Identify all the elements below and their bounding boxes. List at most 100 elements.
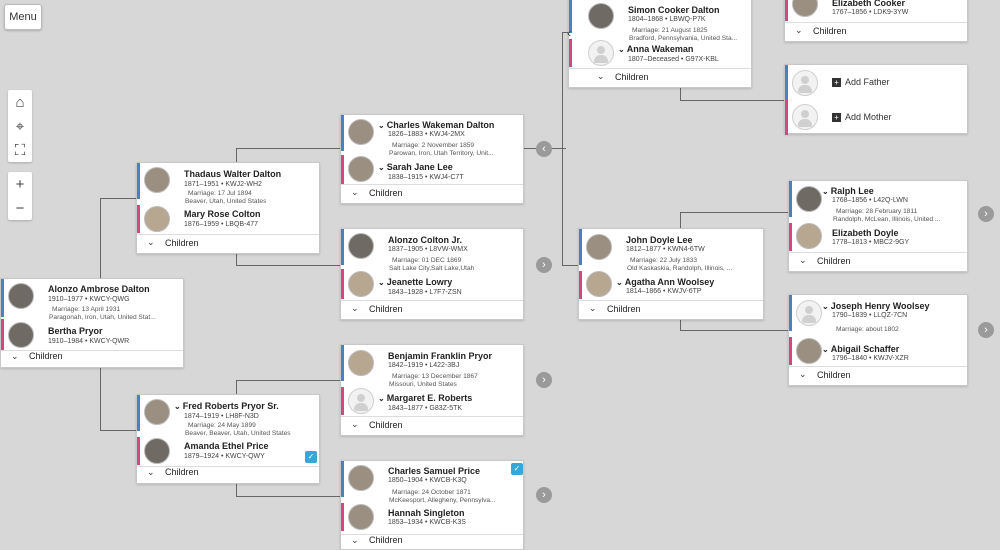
avatar xyxy=(796,338,822,364)
person-bertha-pryor[interactable]: Bertha Pryor 1910–1984 • KWCY-QWR xyxy=(1,319,183,351)
person-fred-roberts-pryor[interactable]: ⌄ Fred Roberts Pryor Sr. 1874–1919 • LH8F… xyxy=(137,395,319,431)
collapse-arrow-icon[interactable]: ‹ xyxy=(567,26,571,40)
children-toggle[interactable]: ⌄ Children xyxy=(137,466,319,483)
person-name: Hannah Singleton xyxy=(388,508,465,518)
person-simon-cooker-dalton[interactable]: Simon Cooker Dalton 1804–1868 • LBWQ-P7K… xyxy=(569,0,751,34)
children-toggle[interactable]: ⌄ Children xyxy=(785,22,967,41)
person-agatha-ann-woolsey[interactable]: ⌄ Agatha Ann Woolsey 1814–1866 • KWJV-6TP xyxy=(579,271,763,299)
children-toggle[interactable]: ⌄ Children xyxy=(137,234,319,253)
children-toggle[interactable]: ⌄ Children xyxy=(579,300,763,319)
chevron-down-icon: ⌄ xyxy=(351,535,359,545)
marriage-date: Marriage: 01 DEC 1869 xyxy=(392,257,462,264)
person-elizabeth-cooker[interactable]: Elizabeth Cooker 1767–1856 • LDK9-3YW xyxy=(785,0,967,21)
person-lifespan: 1814–1866 • KWJV-6TP xyxy=(626,288,702,295)
chevron-down-icon: ⌄ xyxy=(795,25,803,35)
person-name: Thadaus Walter Dalton xyxy=(184,169,282,179)
person-lifespan: 1853–1934 • KWCB-K3S xyxy=(388,519,466,526)
expand-ancestors-icon[interactable]: › xyxy=(536,372,552,388)
children-toggle[interactable]: ⌄ Children xyxy=(341,300,523,319)
person-charles-samuel-price[interactable]: Charles Samuel Price 1850–1904 • KWCB-K3… xyxy=(341,461,523,497)
children-label: Children xyxy=(165,467,199,477)
person-benjamin-franklin-pryor[interactable]: Benjamin Franklin Pryor 1842–1919 • L422… xyxy=(341,345,523,381)
expand-ancestors-icon[interactable]: › xyxy=(978,206,994,222)
avatar-placeholder-icon xyxy=(792,70,818,96)
avatar xyxy=(348,271,374,297)
person-margaret-e-roberts[interactable]: ⌄ Margaret E. Roberts 1843–1877 • G83Z-5T… xyxy=(341,387,523,415)
person-hannah-singleton[interactable]: Hannah Singleton 1853–1934 • KWCB-K3S xyxy=(341,503,523,531)
avatar xyxy=(588,3,614,29)
person-anna-wakeman[interactable]: ⌄ Anna Wakeman 1807–Deceased • G97X-KBL xyxy=(569,39,751,67)
marriage-date: Marriage: 22 July 1833 xyxy=(630,257,698,264)
person-joseph-henry-woolsey[interactable]: ⌄ Joseph Henry Woolsey 1790–1839 • LLQZ-7… xyxy=(789,295,967,333)
person-elizabeth-doyle[interactable]: Elizabeth Doyle 1778–1813 • MBC2-9GY xyxy=(789,223,967,251)
person-charles-wakeman-dalton[interactable]: ⌄ Charles Wakeman Dalton 1826–1883 • KWJ4… xyxy=(341,115,523,151)
children-toggle[interactable]: ⌄ Children xyxy=(569,68,751,87)
add-mother-row[interactable]: + Add Mother xyxy=(785,100,967,135)
avatar xyxy=(348,233,374,259)
marriage-date: Marriage: about 1802 xyxy=(836,326,899,333)
add-mother-button[interactable]: + Add Mother xyxy=(832,112,892,123)
children-toggle[interactable]: ⌄ Children xyxy=(341,416,523,435)
children-toggle[interactable]: ⌄ Children xyxy=(1,350,183,367)
children-label: Children xyxy=(29,351,63,361)
person-name: Simon Cooker Dalton xyxy=(628,5,720,15)
children-toggle[interactable]: ⌄ Children xyxy=(789,252,967,271)
person-name: Elizabeth Cooker xyxy=(832,0,906,8)
person-name: ⌄ Ralph Lee xyxy=(822,186,874,196)
avatar xyxy=(348,504,374,530)
chevron-down-icon: ⌄ xyxy=(799,255,807,265)
chevron-down-icon: ⌄ xyxy=(618,45,625,54)
expand-ancestors-icon[interactable]: › xyxy=(978,322,994,338)
collapse-ancestors-icon[interactable]: ‹ xyxy=(536,141,552,157)
chevron-down-icon: ⌄ xyxy=(822,187,829,196)
children-label: Children xyxy=(369,420,403,430)
chevron-down-icon: ⌄ xyxy=(351,303,359,313)
chevron-down-icon: ⌄ xyxy=(351,187,359,197)
chevron-down-icon: ⌄ xyxy=(147,467,155,477)
person-lifespan: 1767–1856 • LDK9-3YW xyxy=(832,9,909,16)
fullscreen-icon[interactable]: ⛶ xyxy=(8,138,32,162)
person-alonzo-colton-jr[interactable]: Alonzo Colton Jr. 1837–1905 • L8VW-WMX M… xyxy=(341,229,523,265)
person-thadaus-walter-dalton[interactable]: Thadaus Walter Dalton 1871–1951 • KWJ2-W… xyxy=(137,163,319,199)
couple-card-thadaus-walter-dalton: Thadaus Walter Dalton 1871–1951 • KWJ2-W… xyxy=(136,162,320,254)
plus-icon: + xyxy=(832,113,841,123)
person-ralph-lee[interactable]: ⌄ Ralph Lee 1768–1856 • L42Q-LWN Marriage… xyxy=(789,181,967,217)
recenter-icon[interactable]: ⌖ xyxy=(8,114,32,138)
chevron-down-icon: ⌄ xyxy=(11,351,19,361)
couple-card-alonzo-ambrose-dalton: Alonzo Ambrose Dalton 1910–1977 • KWCY-Q… xyxy=(0,278,184,368)
couple-card-elizabeth-cooker: Elizabeth Cooker 1767–1856 • LDK9-3YW ⌄ … xyxy=(784,0,968,42)
chevron-down-icon: ⌄ xyxy=(174,402,181,411)
zoom-in-button[interactable]: + xyxy=(8,172,32,196)
chevron-down-icon: ⌄ xyxy=(378,121,385,130)
home-icon[interactable]: ⌂ xyxy=(8,90,32,114)
person-name: ⌄ Agatha Ann Woolsey xyxy=(616,277,715,287)
zoom-out-button[interactable]: − xyxy=(8,196,32,220)
person-name: ⌄ Margaret E. Roberts xyxy=(378,393,473,403)
record-hint-icon[interactable]: ✓ xyxy=(305,451,317,463)
chevron-down-icon: ⌄ xyxy=(822,345,829,354)
children-toggle[interactable]: ⌄ Children xyxy=(789,366,967,385)
expand-ancestors-icon[interactable]: › xyxy=(536,257,552,273)
person-mary-rose-colton[interactable]: Mary Rose Colton 1876–1959 • LBQB-477 xyxy=(137,205,319,233)
navigation-controls: ⌂ ⌖ ⛶ xyxy=(8,90,32,162)
person-name: Amanda Ethel Price xyxy=(184,441,269,451)
person-abigail-schaffer[interactable]: ⌄ Abigail Schaffer 1796–1840 • KWJV-XZR xyxy=(789,337,967,365)
person-lifespan: 1850–1904 • KWCB-K3Q xyxy=(388,477,467,484)
person-jeanette-lowry[interactable]: ⌄ Jeanette Lowry 1843–1928 • L7F7-ZSN xyxy=(341,269,523,299)
person-lifespan: 1790–1839 • LLQZ-7CN xyxy=(832,312,908,319)
person-sarah-jane-lee[interactable]: ⌄ Sarah Jane Lee 1838–1915 • KWJ4-C7T xyxy=(341,155,523,185)
add-father-row[interactable]: + Add Father xyxy=(785,65,967,100)
person-name: ⌄ Joseph Henry Woolsey xyxy=(822,301,930,311)
person-amanda-ethel-price[interactable]: Amanda Ethel Price 1879–1924 • KWCY-QWY xyxy=(137,437,319,465)
children-toggle[interactable]: ⌄ Children xyxy=(341,184,523,203)
person-name: Alonzo Ambrose Dalton xyxy=(48,284,150,294)
person-john-doyle-lee[interactable]: John Doyle Lee 1812–1877 • KWN4-6TW Marr… xyxy=(579,229,763,265)
person-lifespan: 1796–1840 • KWJV-XZR xyxy=(832,355,909,362)
record-hint-icon[interactable]: ✓ xyxy=(511,463,523,475)
add-father-button[interactable]: + Add Father xyxy=(832,77,890,88)
expand-ancestors-icon[interactable]: › xyxy=(536,487,552,503)
menu-button[interactable]: Menu xyxy=(4,4,42,30)
person-alonzo-ambrose-dalton[interactable]: Alonzo Ambrose Dalton 1910–1977 • KWCY-Q… xyxy=(1,279,183,317)
add-parents-card: + Add Father + Add Mother xyxy=(784,64,968,135)
chevron-down-icon: ⌄ xyxy=(378,394,385,403)
